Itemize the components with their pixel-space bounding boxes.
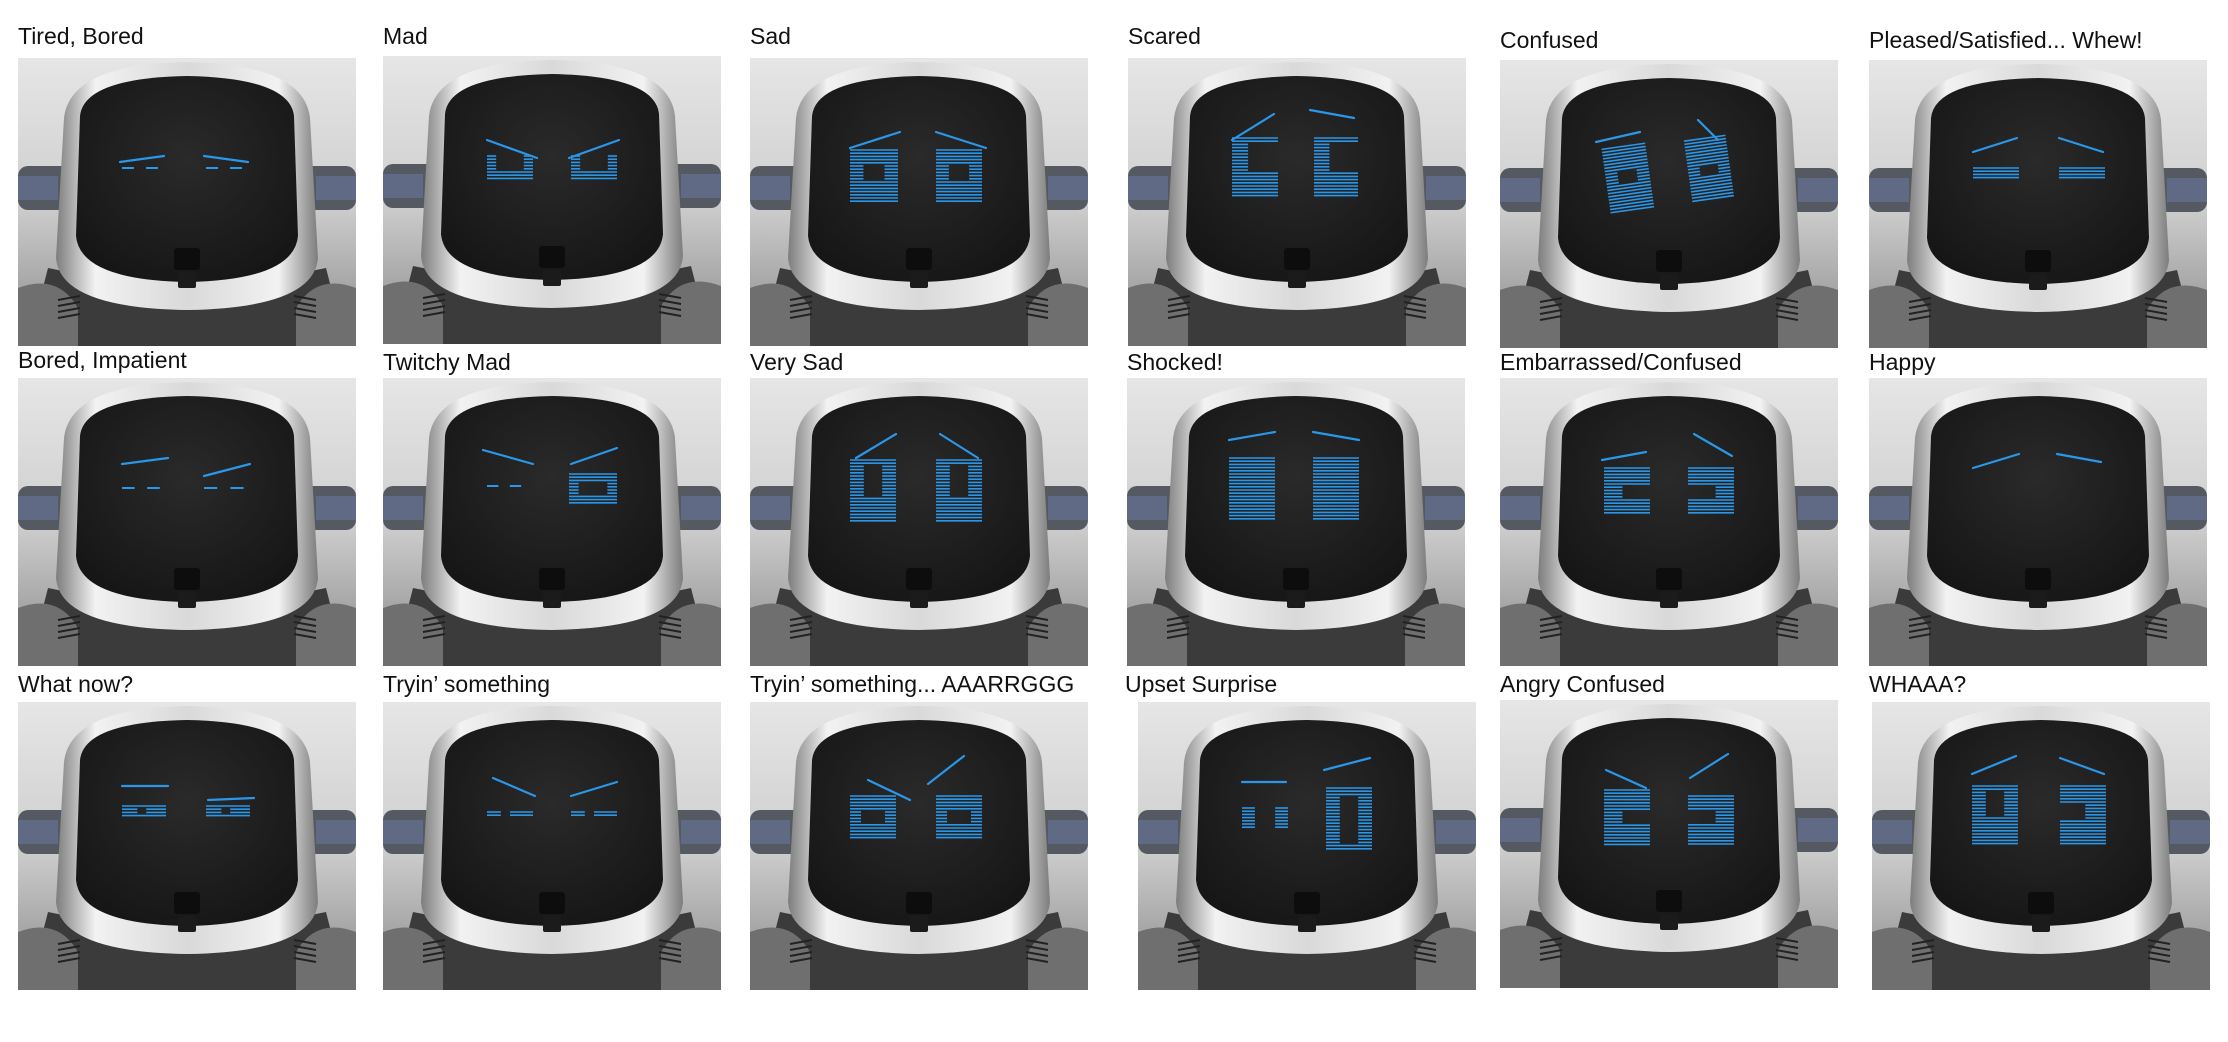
robot-face-svg — [1500, 700, 1838, 988]
expression-sheet: Tired, Bored Mad Sad Scared Confused Ple… — [0, 0, 2228, 1042]
robot-face-image — [383, 378, 721, 666]
panel-label: Mad — [383, 23, 428, 49]
panel-label: Angry Confused — [1500, 671, 1665, 697]
robot-face-svg — [1500, 378, 1838, 666]
panel-label: Twitchy Mad — [383, 349, 511, 375]
panel-label: Shocked! — [1127, 349, 1223, 375]
panel-label: Upset Surprise — [1125, 671, 1278, 697]
robot-face-svg — [750, 378, 1088, 666]
robot-face-svg — [383, 702, 721, 990]
robot-face-image — [383, 702, 721, 990]
panel-label: Very Sad — [750, 349, 844, 375]
robot-face-image — [750, 58, 1088, 346]
panel-label: Tryin’ something — [383, 671, 551, 697]
robot-face-image — [1869, 378, 2207, 666]
panel-label: WHAAA? — [1869, 671, 1967, 697]
robot-face-svg — [1500, 60, 1838, 348]
panel-label: Scared — [1128, 23, 1201, 49]
robot-face-svg — [18, 378, 356, 666]
robot-face-svg — [1872, 702, 2210, 990]
robot-face-svg — [18, 702, 356, 990]
robot-face-svg — [1869, 60, 2207, 348]
robot-face-svg — [383, 378, 721, 666]
robot-face-image — [383, 56, 721, 344]
panel-label: Bored, Impatient — [18, 347, 187, 373]
robot-face-image — [18, 58, 356, 346]
robot-face-image — [1127, 378, 1465, 666]
panel-label: Tryin’ something... AAARRGGG — [750, 671, 1075, 697]
robot-face-image — [750, 702, 1088, 990]
robot-face-image — [750, 378, 1088, 666]
robot-face-svg — [1869, 378, 2207, 666]
robot-face-image — [18, 378, 356, 666]
panel-label: Embarrassed/Confused — [1500, 349, 1742, 375]
robot-face-svg — [750, 702, 1088, 990]
robot-face-image — [1500, 700, 1838, 988]
robot-face-image — [1500, 378, 1838, 666]
robot-face-image — [1128, 58, 1466, 346]
robot-face-svg — [750, 58, 1088, 346]
panel-label: Pleased/Satisfied... Whew! — [1869, 27, 2143, 53]
robot-face-svg — [1128, 58, 1466, 346]
robot-face-svg — [18, 58, 356, 346]
robot-face-svg — [383, 56, 721, 344]
robot-face-image — [1138, 702, 1476, 990]
panel-label: What now? — [18, 671, 134, 697]
robot-face-image — [18, 702, 356, 990]
robot-face-svg — [1138, 702, 1476, 990]
panel-label: Confused — [1500, 27, 1599, 53]
robot-face-image — [1500, 60, 1838, 348]
robot-face-image — [1872, 702, 2210, 990]
robot-face-image — [1869, 60, 2207, 348]
panel-label: Sad — [750, 23, 791, 49]
panel-label: Happy — [1869, 349, 1936, 375]
panel-label: Tired, Bored — [18, 23, 144, 49]
robot-face-svg — [1127, 378, 1465, 666]
